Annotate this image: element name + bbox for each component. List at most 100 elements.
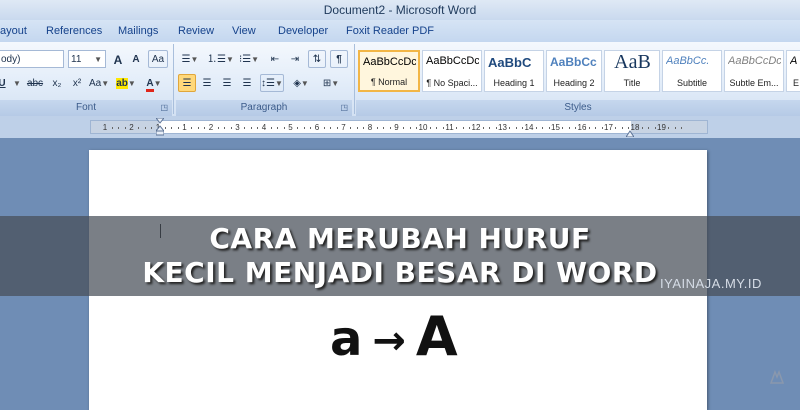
bullets-button[interactable]: ☰▼ [178, 50, 202, 68]
align-center-button[interactable]: ☰ [198, 74, 216, 92]
dialog-launcher-icon[interactable]: ◳ [340, 100, 348, 116]
indent-marker[interactable] [154, 117, 166, 136]
style-sample: AaB [614, 51, 651, 73]
font-name-box[interactable]: ody) [0, 50, 64, 68]
underline-dropdown[interactable]: ▼ [12, 74, 21, 92]
ruler-tick [429, 127, 431, 129]
ruler-tick [542, 127, 544, 129]
tab-page-layout[interactable]: ayout [0, 20, 29, 42]
subscript-label: x₂ [52, 78, 62, 89]
clear-formatting-button[interactable]: Aa [148, 50, 168, 68]
ruler-tick [681, 127, 683, 129]
ruler-tick [621, 127, 623, 129]
ribbon: ody) 11 ▼ A A Aa U ▼ abc x₂ x² Aa▼ ab▼ A… [0, 42, 800, 117]
numbering-button[interactable]: ⒈☰▼ [206, 50, 234, 68]
ruler-tick [383, 127, 385, 129]
chevron-down-icon: ▼ [225, 55, 234, 64]
strikethrough-button[interactable]: abc [24, 74, 46, 92]
paragraph-group-label: Paragraph ◳ [176, 100, 352, 116]
ruler-tick [456, 127, 458, 129]
chevron-down-icon: ▼ [153, 79, 162, 88]
ruler-number: 11 [445, 123, 454, 132]
bullets-icon: ☰ [181, 54, 191, 65]
shading-button[interactable]: ◈▼ [288, 74, 314, 92]
ruler-tick [535, 127, 537, 129]
tab-references[interactable]: References [44, 20, 104, 42]
increase-indent-button[interactable]: ⇥ [286, 50, 304, 68]
sort-button[interactable]: ⇅ [308, 50, 326, 68]
multilevel-list-button[interactable]: ⁝☰▼ [236, 50, 262, 68]
group-divider [173, 44, 174, 114]
ruler-tick [138, 127, 140, 129]
ruler-tick [615, 127, 617, 129]
show-paragraph-marks-button[interactable]: ¶ [330, 50, 348, 68]
ruler-number: 16 [577, 123, 587, 132]
ruler-tick [409, 127, 411, 129]
shrink-font-button[interactable]: A [128, 50, 144, 68]
ruler-tick [562, 127, 564, 129]
superscript-button[interactable]: x² [68, 74, 86, 92]
align-right-button[interactable]: ☰ [218, 74, 236, 92]
change-case-button[interactable]: Aa▼ [88, 74, 110, 92]
clear-formatting-label: Aa [151, 54, 165, 65]
dialog-launcher-icon[interactable]: ◳ [160, 100, 168, 116]
style-title[interactable]: AaB Title [604, 50, 660, 92]
font-size-box[interactable]: 11 ▼ [68, 50, 106, 68]
align-center-icon: ☰ [202, 78, 212, 89]
tab-view[interactable]: View [230, 20, 258, 42]
grow-font-button[interactable]: A [110, 50, 126, 68]
tab-developer[interactable]: Developer [276, 20, 330, 42]
font-name-value: ody) [1, 54, 21, 65]
tab-mailings[interactable]: Mailings [116, 20, 160, 42]
style-sample: AaBbCc. [666, 55, 710, 67]
justify-icon: ☰ [242, 78, 252, 89]
style-name: ¶ No Spaci... [426, 78, 478, 88]
ruler-tick [197, 127, 199, 129]
style-heading-1[interactable]: AaBbC Heading 1 [484, 50, 544, 92]
font-color-button[interactable]: A▼ [142, 74, 166, 92]
align-left-icon: ☰ [182, 78, 192, 89]
subscript-button[interactable]: x₂ [48, 74, 66, 92]
style-name: ¶ Normal [370, 77, 408, 87]
font-group-label: Font ◳ [0, 100, 172, 116]
line-spacing-button[interactable]: ↕☰▼ [260, 74, 284, 92]
horizontal-ruler[interactable]: 1 2 1 1 2 3 4 5 6 7 8 9 10 11 12 13 14 15 16 17 18 19 [90, 120, 708, 134]
highlight-button[interactable]: ab▼ [114, 74, 138, 92]
align-left-button[interactable]: ☰ [178, 74, 196, 92]
styles-group-title: Styles [564, 102, 592, 113]
style-sample: AaBbC [488, 55, 532, 70]
ruler-tick [350, 127, 352, 129]
style-no-spacing[interactable]: AaBbCcDc ¶ No Spaci... [422, 50, 482, 92]
decrease-indent-icon: ⇤ [270, 54, 280, 65]
ribbon-tabs: ayout References Mailings Review View De… [0, 20, 800, 42]
ruler-tick [595, 127, 597, 129]
uppercase-letter: A [415, 305, 458, 368]
decrease-indent-button[interactable]: ⇤ [266, 50, 284, 68]
chevron-down-icon: ▼ [94, 55, 102, 64]
justify-button[interactable]: ☰ [238, 74, 256, 92]
ruler-number: 19 [657, 123, 666, 132]
right-indent-marker[interactable] [625, 124, 635, 138]
chevron-down-icon: ▼ [190, 55, 199, 64]
superscript-label: x² [72, 78, 82, 89]
tab-foxit-reader-pdf[interactable]: Foxit Reader PDF [344, 20, 436, 42]
font-group-title: Font [75, 102, 96, 113]
logo-icon [770, 370, 784, 384]
underline-button[interactable]: U [0, 74, 8, 92]
style-name: Title [623, 78, 641, 88]
ruler-tick [436, 127, 438, 129]
ruler-number: 8 [367, 123, 373, 132]
style-emphasis[interactable]: A E [786, 50, 800, 92]
tab-review[interactable]: Review [176, 20, 216, 42]
style-subtle-emphasis[interactable]: AaBbCcDc Subtle Em... [724, 50, 784, 92]
style-normal[interactable]: AaBbCcDc ¶ Normal [358, 50, 420, 92]
arrow-icon: → [372, 318, 406, 364]
borders-button[interactable]: ⊞▼ [318, 74, 344, 92]
style-heading-2[interactable]: AaBbCc Heading 2 [546, 50, 602, 92]
numbering-icon: ⒈☰ [207, 54, 226, 65]
ruler-number: 3 [235, 123, 240, 132]
title-bar: Document2 - Microsoft Word [0, 0, 800, 20]
ruler-tick [668, 127, 670, 129]
style-subtitle[interactable]: AaBbCc. Subtitle [662, 50, 722, 92]
ruler-tick [250, 127, 252, 129]
